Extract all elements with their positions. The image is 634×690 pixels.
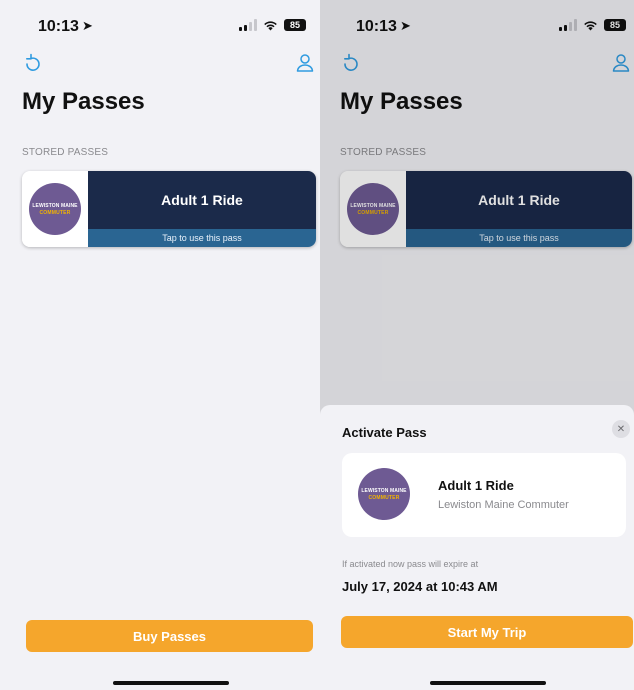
activate-pass-sheet: Activate Pass ✕ LEWISTON MAINE COMMUTER … xyxy=(320,405,634,690)
refresh-icon[interactable] xyxy=(340,52,364,76)
status-bar: 10:13 ➤ 85 xyxy=(0,18,320,38)
agency-logo: LEWISTON MAINE COMMUTER xyxy=(22,171,88,247)
pass-card[interactable]: LEWISTON MAINE COMMUTER Adult 1 Ride Tap… xyxy=(22,171,316,247)
status-bar: 10:13 ➤ 85 xyxy=(320,18,634,38)
logo-circle: LEWISTON MAINE COMMUTER xyxy=(347,183,399,235)
logo-text-line1: LEWISTON MAINE xyxy=(361,487,407,494)
logo-circle: LEWISTON MAINE COMMUTER xyxy=(358,468,410,520)
wifi-icon xyxy=(263,20,278,31)
buy-passes-button[interactable]: Buy Passes xyxy=(26,620,313,652)
pass-action-text: Tap to use this pass xyxy=(406,229,632,247)
logo-text-line2: COMMUTER xyxy=(368,494,400,501)
status-time: 10:13 xyxy=(38,18,79,35)
start-trip-button[interactable]: Start My Trip xyxy=(341,616,633,648)
page-title: My Passes xyxy=(22,88,145,115)
page-title: My Passes xyxy=(340,88,463,115)
navigation-arrow-icon: ➤ xyxy=(400,18,411,33)
status-time: 10:13 xyxy=(356,18,397,35)
pass-name: Adult 1 Ride xyxy=(438,478,514,493)
close-icon[interactable]: ✕ xyxy=(612,420,630,438)
stored-passes-label: STORED PASSES xyxy=(340,147,427,158)
home-indicator xyxy=(430,681,546,685)
navigation-arrow-icon: ➤ xyxy=(82,18,93,33)
agency-name: Lewiston Maine Commuter xyxy=(438,499,569,511)
agency-logo: LEWISTON MAINE COMMUTER xyxy=(340,171,406,247)
battery-icon: 85 xyxy=(604,19,626,31)
pass-name: Adult 1 Ride xyxy=(88,171,316,229)
pass-action-text: Tap to use this pass xyxy=(88,229,316,247)
person-icon[interactable] xyxy=(294,52,318,76)
signal-icon xyxy=(559,19,577,31)
pass-name: Adult 1 Ride xyxy=(406,171,632,229)
logo-circle: LEWISTON MAINE COMMUTER xyxy=(29,183,81,235)
wifi-icon xyxy=(583,20,598,31)
activate-pass-screen: 10:13 ➤ 85 My Passes STORED PASSES LEWIS… xyxy=(320,0,634,690)
logo-text-line1: LEWISTON MAINE xyxy=(350,202,396,209)
home-indicator xyxy=(113,681,229,685)
expire-note: If activated now pass will expire at xyxy=(342,559,479,569)
logo-text-line2: COMMUTER xyxy=(39,209,71,216)
battery-icon: 85 xyxy=(284,19,306,31)
refresh-icon[interactable] xyxy=(22,52,46,76)
person-icon[interactable] xyxy=(610,52,634,76)
logo-text-line1: LEWISTON MAINE xyxy=(32,202,78,209)
stored-passes-label: STORED PASSES xyxy=(22,147,109,158)
activate-pass-card: LEWISTON MAINE COMMUTER Adult 1 Ride Lew… xyxy=(342,453,626,537)
my-passes-screen: 10:13 ➤ 85 My Passes STORED PASSES LEWIS… xyxy=(0,0,320,690)
logo-text-line2: COMMUTER xyxy=(357,209,389,216)
sheet-title: Activate Pass xyxy=(342,425,427,440)
expire-datetime: July 17, 2024 at 10:43 AM xyxy=(342,579,498,594)
signal-icon xyxy=(239,19,257,31)
pass-card[interactable]: LEWISTON MAINE COMMUTER Adult 1 Ride Tap… xyxy=(340,171,632,247)
